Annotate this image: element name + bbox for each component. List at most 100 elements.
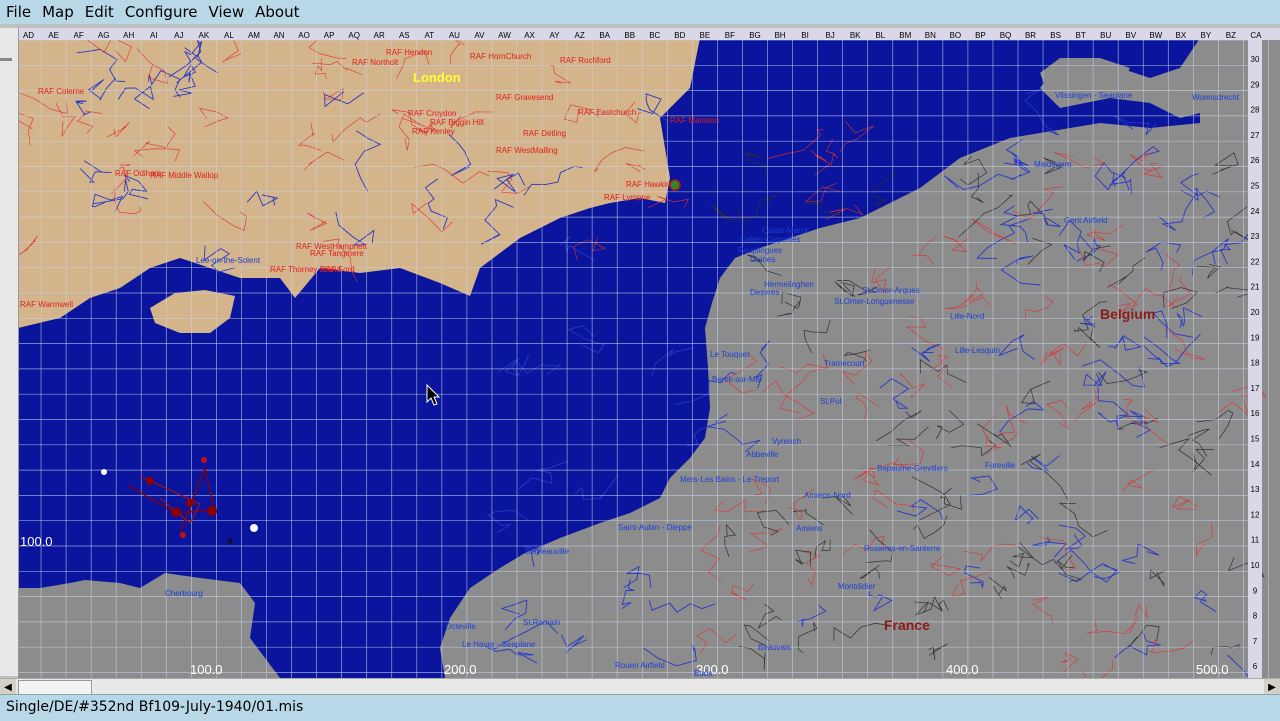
grid-column-label: BJ [825, 31, 834, 40]
grid-row-label: 24 [1251, 207, 1260, 216]
grid-row-label: 11 [1251, 536, 1260, 545]
mission-map[interactable]: AD AE AF AG AH AI AJ AK AL AM AN AO AP AQ AR AS AT AU AV AW… [0, 28, 1280, 678]
airfield-label[interactable]: RAF Tangmere [310, 249, 364, 258]
location-label[interactable]: Octeville [445, 622, 476, 631]
grid-column-label: BD [674, 31, 685, 40]
grid-column-label: AK [199, 31, 210, 40]
aircraft-marker[interactable] [227, 538, 233, 544]
menu-about[interactable]: About [249, 0, 304, 24]
location-label[interactable]: Lille-Nord [950, 312, 984, 321]
airfield-label[interactable]: RAF Hendon [386, 48, 432, 57]
airfield-label[interactable]: RAF Biggin Hill [430, 118, 484, 127]
location-label[interactable]: St.Omer-Arques [862, 286, 920, 295]
grid-column-label: AT [425, 31, 435, 40]
airfield-label[interactable]: RAF Croydon [408, 109, 456, 118]
airfield-label[interactable]: RAF Colerne [38, 87, 85, 96]
location-label[interactable]: Cherbourg [165, 589, 203, 598]
location-label[interactable]: Berck-sur-Mer [712, 375, 763, 384]
location-label[interactable]: Amiens [796, 524, 823, 533]
grid-column-label: BZ [1226, 31, 1236, 40]
grid-column-label: AJ [174, 31, 183, 40]
vertical-scroll-thumb[interactable] [0, 58, 12, 61]
location-label[interactable]: Lille-Lesquin [955, 346, 1000, 355]
grid-row-label: 16 [1251, 409, 1260, 418]
waypoint-marker[interactable] [186, 499, 194, 507]
airfield-label[interactable]: RAF Northolt [352, 58, 399, 67]
vertical-scrollbar[interactable] [0, 28, 19, 676]
location-label[interactable]: Saint-Aubin - Dieppe [618, 523, 692, 532]
grid-column-label: AO [298, 31, 310, 40]
aircraft-marker[interactable] [250, 524, 258, 532]
waypoint-marker[interactable] [171, 507, 181, 517]
country-label-belgium: Belgium [1100, 306, 1155, 322]
grid-column-label: BN [925, 31, 936, 40]
airfield-label[interactable]: RAF Detling [523, 129, 566, 138]
airfield-label[interactable]: RAF Eastchurch [578, 108, 636, 117]
location-label[interactable]: Rouen Airfield [615, 661, 665, 670]
location-label[interactable]: Boos [694, 669, 712, 678]
airfield-label[interactable]: RAF Manston [670, 116, 719, 125]
location-label[interactable]: Maldegem [1034, 160, 1072, 169]
menu-view[interactable]: View [203, 0, 250, 24]
scroll-left-arrow-icon[interactable]: ◀ [0, 679, 16, 695]
grid-row-label: 25 [1251, 182, 1260, 191]
waypoint-marker[interactable] [146, 477, 154, 485]
location-label[interactable]: Abbeville [746, 450, 779, 459]
airfield-label[interactable]: RAF Gravesend [496, 93, 553, 102]
airfield-label[interactable]: RAF Kenley [412, 127, 455, 136]
grid-column-label: AG [98, 31, 110, 40]
location-label[interactable]: Mers-Les Bains - Le Treport [680, 475, 780, 484]
location-label[interactable]: Berneauville [525, 547, 570, 556]
location-label[interactable]: Desvres [750, 288, 779, 297]
location-label[interactable]: Peuplingues [738, 246, 782, 255]
location-label[interactable]: Vyrench [772, 437, 801, 446]
waypoint-marker[interactable] [180, 532, 186, 538]
waypoint-marker[interactable] [201, 457, 207, 463]
airfield-label[interactable]: RAF HornChurch [470, 52, 531, 61]
waypoint-marker[interactable] [207, 506, 217, 516]
menu-file[interactable]: File [0, 0, 36, 24]
location-label[interactable]: Vlissingen - Seaplane [1055, 91, 1133, 100]
location-label[interactable]: Calais-Coquelles [740, 235, 800, 244]
airfield-label[interactable]: RAF Lympne [604, 193, 651, 202]
location-label[interactable]: Amiens-Nord [804, 491, 851, 500]
airfield-label[interactable]: RAF WestMalling [496, 146, 558, 155]
location-label[interactable]: Calais-Marck [762, 226, 810, 235]
scroll-right-arrow-icon[interactable]: ▶ [1264, 679, 1280, 695]
airfield-label[interactable]: RAF Rochford [560, 56, 611, 65]
location-label[interactable]: Rosieres-en-Santerre [864, 544, 941, 553]
grid-column-label: BC [649, 31, 660, 40]
location-label[interactable]: Guines [750, 255, 775, 264]
target-marker[interactable] [669, 179, 681, 191]
menu-edit[interactable]: Edit [79, 0, 119, 24]
grid-column-label: AH [123, 31, 134, 40]
airfield-label[interactable]: RAF Ford [320, 265, 355, 274]
grid-row-label: 12 [1251, 510, 1260, 519]
axis-label-bottom-100: 100.0 [190, 662, 223, 677]
menu-map[interactable]: Map [36, 0, 79, 24]
menu-configure[interactable]: Configure [119, 0, 203, 24]
location-label[interactable]: Gent Airfield [1064, 216, 1108, 225]
grid-row-label: 18 [1251, 359, 1260, 368]
horizontal-scrollbar[interactable]: ◀ ▶ [0, 678, 1280, 695]
location-label[interactable]: Woensdrecht [1192, 93, 1240, 102]
location-label[interactable]: St.Romain [523, 618, 560, 627]
horizontal-scroll-thumb[interactable] [18, 680, 92, 695]
aircraft-marker[interactable] [101, 469, 107, 475]
location-label[interactable]: Tramecourt [824, 359, 865, 368]
location-label[interactable]: Le Havre - Seaplane [462, 640, 536, 649]
airfield-label[interactable]: RAF Warmwell [20, 300, 73, 309]
grid-column-label: BQ [1000, 31, 1012, 40]
grid-column-label: BA [599, 31, 610, 40]
location-label[interactable]: Foreville [985, 461, 1016, 470]
grid-column-label: BL [875, 31, 885, 40]
grid-column-label: AE [48, 31, 59, 40]
location-label[interactable]: Bapaume-Grevillers [877, 464, 948, 473]
location-label[interactable]: Lee-on-the-Solent [196, 256, 261, 265]
location-label[interactable]: St.Pol [820, 397, 842, 406]
location-label[interactable]: Beauvais [758, 643, 791, 652]
location-label[interactable]: Montdidier [838, 582, 876, 591]
airfield-label[interactable]: RAF Middle Wallop [150, 171, 219, 180]
location-label[interactable]: St.Omer-Longuenesse [834, 297, 915, 306]
location-label[interactable]: Le Touquet [710, 350, 750, 359]
